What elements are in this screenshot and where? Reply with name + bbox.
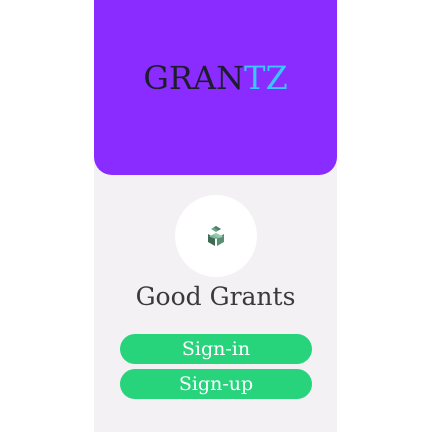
logo-text-main: GRAN [143, 59, 245, 97]
brand-logo: GRANTZ [94, 58, 337, 98]
app-icon-container [175, 195, 257, 277]
logo-text-accent: TZ [244, 59, 288, 97]
hero-banner: GRANTZ [94, 0, 337, 175]
app-title: Good Grants [135, 282, 296, 311]
app-screen: GRANTZ Good Grants Sign-in Sign-up [94, 0, 337, 432]
gift-box-icon [208, 226, 224, 246]
sign-in-button[interactable]: Sign-in [120, 334, 312, 364]
sign-up-button[interactable]: Sign-up [120, 369, 312, 399]
